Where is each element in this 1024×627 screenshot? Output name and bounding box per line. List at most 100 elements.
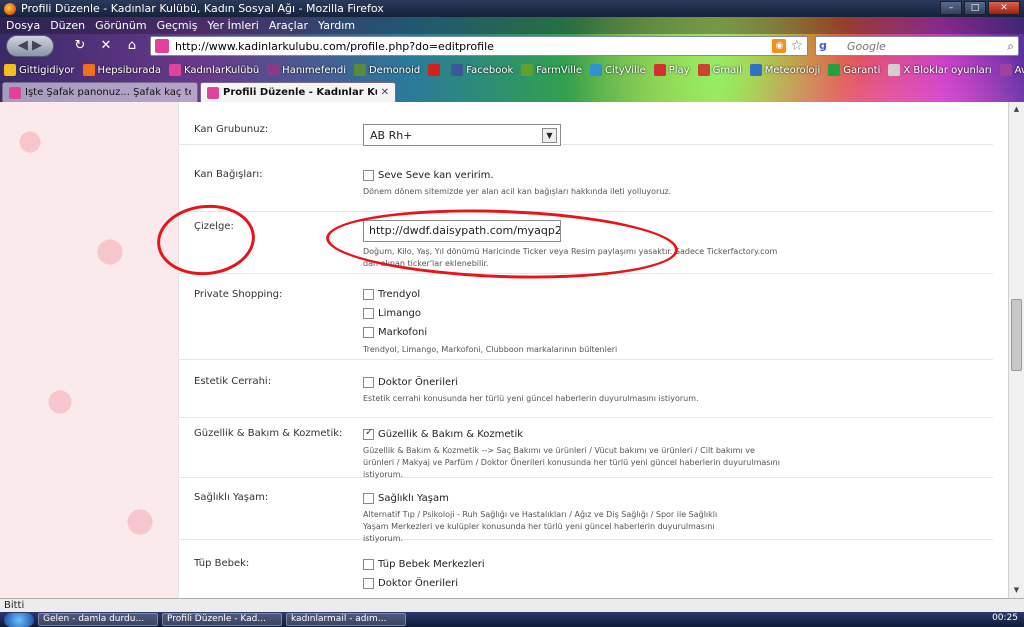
bookmark-item[interactable]: Avea	[999, 64, 1024, 76]
checkbox-label: Güzellik & Bakım & Kozmetik	[378, 428, 524, 440]
checkbox-box[interactable]	[363, 558, 374, 570]
window-titlebar[interactable]: Profili Düzenle - Kadınlar Kulübü, Kadın…	[0, 0, 1024, 17]
bookmark-item[interactable]: FarmVille	[521, 64, 582, 76]
tab-favicon-icon	[9, 86, 21, 99]
field-note: Güzellik & Bakım & Kozmetik --> Saç Bakı…	[363, 446, 780, 479]
bookmark-star-icon[interactable]: ☆	[790, 38, 803, 54]
limango-checkbox[interactable]: Limango	[363, 305, 783, 321]
bookmark-item[interactable]: Demonoid	[353, 64, 420, 76]
bookmark-label: KadınlarKulübü	[183, 64, 260, 76]
scrollbar-thumb[interactable]	[1011, 299, 1022, 371]
bookmark-item[interactable]: CityVille	[590, 64, 646, 76]
menu-gecmis[interactable]: Geçmiş	[157, 19, 198, 32]
bookmark-icon	[999, 64, 1012, 76]
checkbox-box[interactable]	[363, 169, 374, 181]
chart-url-input[interactable]: http://dwdf.daisypath.com/myaqp2.pn	[363, 220, 561, 242]
scroll-up-icon[interactable]: ▲	[1009, 102, 1024, 117]
bookmark-label: Gmail	[712, 64, 742, 76]
status-bar: Bitti	[0, 598, 1024, 612]
bookmark-item[interactable]: Play	[653, 64, 690, 76]
checkbox-label: Sağlıklı Yaşam	[378, 492, 449, 504]
doctor-advice-checkbox[interactable]: Doktor Önerileri	[363, 374, 783, 390]
site-favicon-icon	[155, 39, 169, 53]
checkbox-box[interactable]	[363, 427, 374, 440]
menu-duzen[interactable]: Düzen	[50, 19, 85, 32]
checkbox-box[interactable]	[363, 492, 374, 504]
vertical-scrollbar[interactable]: ▲ ▼	[1008, 102, 1024, 598]
ivf-centers-checkbox[interactable]: Tüp Bebek Merkezleri	[363, 556, 485, 572]
bookmark-icon	[828, 64, 841, 76]
bookmark-item[interactable]: Gittigidiyor	[4, 64, 75, 76]
beauty-checkbox[interactable]: Güzellik & Bakım & Kozmetik	[363, 426, 783, 442]
search-box[interactable]: g ⌕	[815, 36, 1019, 56]
field-note: Estetik cerrahi konusunda her türlü yeni…	[363, 394, 699, 403]
bookmark-label: Facebook	[466, 64, 514, 76]
taskbar-button[interactable]: kadınlarmail - adım...	[286, 613, 406, 626]
menu-araclar[interactable]: Araçlar	[269, 19, 308, 32]
start-button[interactable]	[4, 612, 34, 627]
menu-dosya[interactable]: Dosya	[6, 19, 40, 32]
blood-group-select[interactable]: AB Rh+ ▼	[363, 124, 561, 146]
select-value: AB Rh+	[370, 128, 413, 142]
bookmark-item[interactable]: Meteoroloji	[749, 64, 821, 76]
checkbox-box[interactable]	[363, 288, 374, 300]
scroll-down-icon[interactable]: ▼	[1009, 583, 1024, 598]
maximize-button[interactable]: □	[964, 1, 986, 15]
trendyol-checkbox[interactable]: Trendyol	[363, 286, 783, 302]
close-button[interactable]: ✕	[988, 1, 1020, 15]
checkbox-box[interactable]	[363, 577, 374, 589]
row-ivf: Tüp Bebek: Tüp Bebek Merkezleri Doktor Ö…	[179, 540, 993, 598]
bookmark-icon	[653, 64, 666, 76]
checkbox-box[interactable]	[363, 307, 374, 319]
healthy-life-checkbox[interactable]: Sağlıklı Yaşam	[363, 490, 743, 506]
reload-icon[interactable]: ↻	[72, 38, 88, 54]
stop-icon[interactable]: ✕	[98, 38, 114, 54]
ivf-doctor-checkbox[interactable]: Doktor Önerileri	[363, 575, 485, 591]
address-bar[interactable]: http://www.kadinlarkulubu.com/profile.ph…	[150, 36, 808, 56]
tab-close-icon[interactable]: ✕	[381, 87, 389, 98]
row-chart: Çizelge: http://dwdf.daisypath.com/myaqp…	[179, 212, 993, 274]
url-text[interactable]: http://www.kadinlarkulubu.com/profile.ph…	[175, 40, 772, 53]
bookmark-label: Meteoroloji	[764, 64, 821, 76]
tab-safak[interactable]: İşte Şafak panonuz... Şafak kaç tezke...	[2, 82, 198, 102]
checkbox-box[interactable]	[363, 376, 374, 388]
bookmark-item[interactable]: KadınlarKulübü	[168, 64, 260, 76]
checkbox-box[interactable]	[363, 326, 374, 338]
search-input[interactable]	[847, 39, 1008, 53]
minimize-button[interactable]: –	[940, 1, 962, 15]
bookmark-item[interactable]	[428, 64, 443, 76]
bookmark-item[interactable]: Hanımefendi	[267, 64, 346, 76]
bookmark-label: X Bloklar oyunları	[903, 64, 992, 76]
bookmark-icon	[451, 64, 464, 76]
firefox-icon	[4, 2, 16, 15]
bookmark-icon	[353, 64, 366, 76]
clock: 00:25	[992, 613, 1018, 623]
page-viewport: Kan Grubunuz: AB Rh+ ▼ Kan Bağışları: Se…	[0, 102, 1008, 598]
field-note: Doğum, Kilo, Yaş, Yıl dönümü Haricinde T…	[363, 247, 778, 268]
taskbar-button[interactable]: Gelen - damla durdu...	[38, 613, 158, 626]
bookmark-icon	[697, 64, 710, 76]
back-forward-button[interactable]: ◀ ▶	[6, 35, 54, 57]
checkbox-label: Seve Seve kan veririm.	[378, 169, 494, 181]
chevron-down-icon[interactable]: ▼	[542, 127, 557, 143]
rss-icon[interactable]: ◉	[772, 39, 787, 53]
home-icon[interactable]: ⌂	[124, 38, 140, 54]
bookmark-item[interactable]: Garanti	[828, 64, 880, 76]
bookmark-item[interactable]: Hepsiburada	[82, 64, 161, 76]
tab-label: Profili Düzenle - Kadınlar Kulübü, ...	[223, 87, 377, 98]
menu-yer-imleri[interactable]: Yer İmleri	[207, 19, 258, 32]
windows-taskbar: Gelen - damla durdu... Profili Düzenle -…	[0, 612, 1024, 627]
google-icon[interactable]: g	[819, 39, 833, 53]
bookmark-icon	[168, 64, 181, 76]
markofoni-checkbox[interactable]: Markofoni	[363, 324, 783, 340]
status-text: Bitti	[4, 600, 25, 611]
donation-checkbox[interactable]: Seve Seve kan veririm.	[363, 167, 783, 183]
bookmark-item[interactable]: Facebook	[451, 64, 513, 76]
menu-gorunum[interactable]: Görünüm	[95, 19, 146, 32]
tab-profili-duzenle[interactable]: Profili Düzenle - Kadınlar Kulübü, ... ✕	[200, 82, 396, 102]
search-icon[interactable]: ⌕	[1007, 39, 1014, 54]
bookmark-item[interactable]: Gmail	[697, 64, 742, 76]
bookmark-item[interactable]: X Bloklar oyunları	[888, 64, 992, 76]
menu-yardim[interactable]: Yardım	[318, 19, 355, 32]
taskbar-button[interactable]: Profili Düzenle - Kad...	[162, 613, 282, 626]
